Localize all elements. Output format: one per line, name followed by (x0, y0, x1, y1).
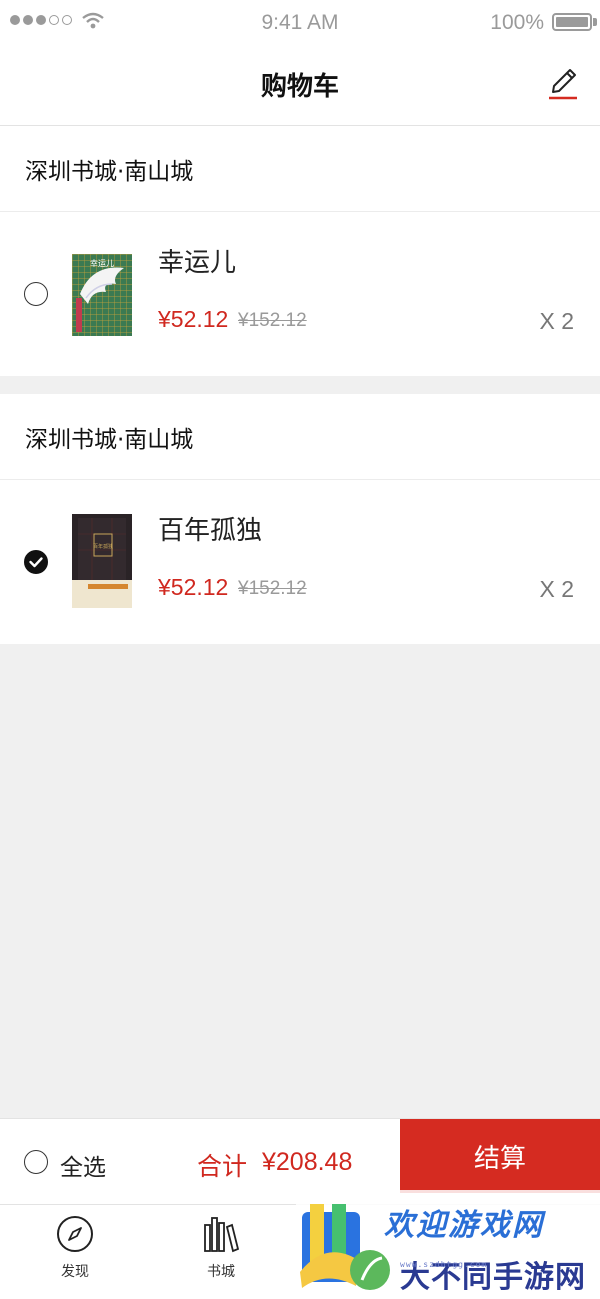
book-cover-image[interactable]: 幸运儿 (72, 254, 132, 336)
pencil-icon[interactable] (546, 62, 580, 102)
watermark-text: 欢迎游戏网 (384, 1208, 544, 1243)
cart-item[interactable]: 百年孤独 百年孤独 ¥52.12 ¥152.12 X 2 (0, 480, 600, 644)
select-all-label[interactable]: 全选 (60, 1148, 106, 1182)
tab-label: 发现 (61, 1264, 89, 1280)
cart-item[interactable]: 幸运儿 幸运儿 ¥52.12 ¥152.12 X 2 (0, 212, 600, 376)
book-title[interactable]: 幸运儿 (158, 242, 236, 279)
item-price: ¥52.12 (158, 574, 229, 600)
item-price: ¥52.12 (158, 306, 229, 332)
total-label: 合计 (197, 1152, 248, 1181)
book-title[interactable]: 百年孤独 (158, 510, 262, 547)
store-name[interactable]: 深圳书城·南山城 (0, 126, 600, 212)
status-bar: 9:41 AM 100% (0, 0, 600, 44)
item-original-price: ¥152.12 (238, 310, 307, 331)
svg-text:百年孤独: 百年孤独 (93, 543, 113, 550)
svg-text:幸运儿: 幸运儿 (90, 259, 114, 268)
item-select-checkbox[interactable] (24, 282, 48, 306)
store-section: 深圳书城·南山城 百年孤独 百年孤独 ¥52.12 ¥152.12 X 2 (0, 394, 600, 644)
book-cover-image[interactable]: 百年孤独 (72, 514, 132, 608)
page-title: 购物车 (260, 72, 339, 102)
item-original-price: ¥152.12 (238, 578, 307, 599)
bookshelf-icon (204, 1217, 240, 1253)
checkmark-icon (29, 557, 43, 568)
tab-bookstore[interactable]: 书城 (166, 1215, 276, 1281)
watermark-text: 大不同手游网 (400, 1260, 586, 1295)
battery-icon (552, 13, 592, 31)
select-all-checkbox[interactable] (24, 1150, 48, 1174)
tab-label: 书城 (207, 1264, 235, 1280)
item-quantity: X 2 (539, 308, 574, 334)
nav-bar: 购物车 (0, 44, 600, 126)
store-name[interactable]: 深圳书城·南山城 (0, 394, 600, 480)
compass-icon (57, 1216, 93, 1252)
tab-discover[interactable]: 发现 (20, 1215, 130, 1281)
store-section: 深圳书城·南山城 幸运儿 幸运儿 ¥52.12 ¥152.12 X 2 (0, 126, 600, 376)
battery-percent: 100% (490, 11, 544, 34)
total-amount: ¥208.48 (262, 1148, 353, 1176)
item-select-checkbox-checked[interactable] (24, 550, 48, 574)
watermark-url: www.szdbtgg.com (400, 1260, 488, 1269)
checkout-button[interactable]: 结算 (400, 1119, 600, 1193)
item-quantity: X 2 (539, 576, 574, 602)
